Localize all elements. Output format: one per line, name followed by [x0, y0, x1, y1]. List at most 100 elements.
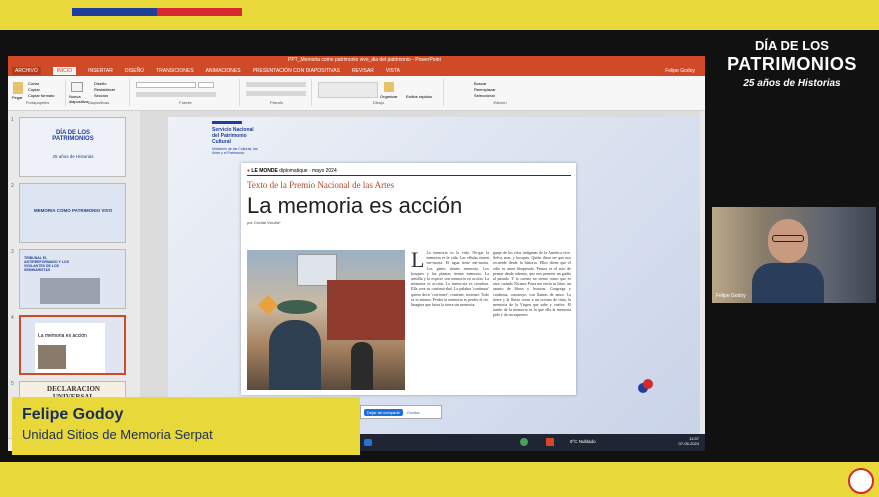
current-slide[interactable]: Servicio Nacional del Patrimonio Cultura… [168, 117, 705, 438]
font-name-field[interactable] [136, 82, 196, 88]
thumb-title: La memoria es acción [38, 333, 87, 339]
shapes-gallery[interactable] [318, 82, 378, 98]
tab-animaciones[interactable]: ANIMACIONES [206, 68, 241, 74]
serpat-logo-bar [212, 121, 242, 124]
user-name: Felipe Godoy [665, 67, 695, 74]
group-dibujo: Organizar Estilos rápidos Dibujo [314, 79, 444, 106]
group-diapositivas: Nueva diapositiva Diseño Restablecer Sec… [68, 79, 130, 106]
group-label: Fuente [179, 100, 192, 105]
format-painter-button[interactable]: Copiar formato [28, 93, 54, 98]
powerpoint-icon[interactable] [546, 438, 554, 446]
group-edicion: Buscar Reemplazar Seleccionar Edición [470, 79, 530, 106]
org-sub: Ministerio de las Culturas, las Artes y … [212, 147, 258, 155]
ribbon: Pegar Cortar Copiar Copiar formato Porta… [8, 76, 705, 111]
webcam-feed: Felipe Godoy [712, 207, 876, 303]
group-label: Diapositivas [87, 100, 110, 105]
tab-transiciones[interactable]: TRANSICIONES [156, 68, 194, 74]
find-button[interactable]: Buscar [474, 81, 486, 86]
section-button[interactable]: Sección [94, 93, 108, 98]
share-notification: Dejar de compartir Ocultar [360, 405, 442, 419]
byline: por Cecilia Vicuña* [247, 220, 281, 225]
tab-insertar[interactable]: INSERTAR [88, 68, 113, 74]
arrange-button[interactable]: Organizar [380, 94, 398, 99]
layout-button[interactable]: Diseño [94, 81, 106, 86]
masthead: ● LE MONDE diplomatique · mayo 2024 [247, 168, 337, 174]
font-format-buttons[interactable] [136, 92, 216, 97]
align-buttons[interactable] [246, 91, 306, 96]
article-col-2: gunje de los ritos indígenas de la Améri… [493, 250, 571, 318]
powerpoint-window: PPT_Memoria como patrimonio vivo_dia del… [8, 56, 705, 451]
thumb-number: 4 [11, 315, 14, 321]
thumb-photo [38, 345, 66, 369]
thumb-slide-3[interactable]: TRIBUNAL EL ANTIRREFORMADO Y LOS VIGILAN… [19, 249, 126, 309]
thumb-photo [40, 278, 100, 304]
window-title: PPT_Memoria como patrimonio vivo_dia del… [288, 57, 441, 63]
shirt [752, 263, 824, 303]
thumb-number: 1 [11, 117, 14, 123]
article-image: ● LE MONDE diplomatique · mayo 2024 Text… [241, 163, 576, 395]
group-portapapeles: Pegar Cortar Copiar Copiar formato Porta… [10, 79, 66, 106]
hide-button[interactable]: Ocultar [407, 410, 420, 415]
group-label: Portapapeles [25, 100, 50, 105]
group-label: Dibujo [372, 100, 385, 105]
group-label: Edición [493, 100, 507, 105]
photo-wall [327, 280, 405, 340]
thumb-number: 2 [11, 183, 14, 189]
bottom-yellow-bar [0, 462, 879, 497]
tab-vista[interactable]: VISTA [386, 68, 400, 74]
brand-line-2: PATRIMONIOS [727, 54, 857, 74]
tab-presentacion[interactable]: PRESENTACIÓN CON DIAPOSITIVAS [253, 68, 340, 74]
photo-person [269, 320, 321, 390]
tab-archivo[interactable]: ARCHIVO [12, 66, 41, 75]
article-col-1: L La memoria es la vida. Ne-gar la memor… [411, 250, 489, 308]
headline: La memoria es acción [247, 193, 463, 218]
flag-stripe [72, 8, 242, 16]
clock: 11:57 07-05-2024 [679, 436, 699, 446]
top-yellow-bar [0, 0, 879, 30]
thumb-slide-4[interactable]: La memoria es acción [19, 315, 126, 375]
speaker-name: Felipe Godoy [22, 406, 124, 423]
serpat-logo: Servicio Nacional del Patrimonio Cultura… [212, 127, 262, 155]
new-slide-icon[interactable] [71, 82, 83, 92]
brand-line-3: 25 años de Historias [743, 78, 841, 89]
cut-button[interactable]: Cortar [28, 81, 39, 86]
photo-glasses [277, 300, 317, 314]
tab-inicio[interactable]: INICIO [52, 66, 77, 75]
thumb-title: MEMORIA COMO PATRIMONIO VIVO [33, 208, 113, 213]
thumb-title: DÍA DE LOS PATRIMONIOS [52, 130, 94, 142]
tab-diseno[interactable]: DISEÑO [125, 68, 144, 74]
copy-button[interactable]: Copiar [28, 87, 40, 92]
thumb-number: 5 [11, 381, 14, 387]
kicker: Texto de la Premio Nacional de las Artes [247, 180, 395, 190]
photo-person-2 [351, 342, 373, 390]
group-parrafo: Párrafo [242, 79, 312, 106]
slide-thumbnails-panel: 1 DÍA DE LOS PATRIMONIOS 25 años de Hist… [8, 111, 140, 438]
thumb-article: La memoria es acción [35, 323, 105, 373]
masthead-brand: LE MONDE [251, 168, 278, 174]
group-label: Párrafo [269, 100, 284, 105]
font-size-field[interactable] [198, 82, 214, 88]
thumb-title: TRIBUNAL EL ANTIRREFORMADO Y LOS VIGILAN… [24, 256, 69, 272]
thumb-slide-1[interactable]: DÍA DE LOS PATRIMONIOS 25 años de Histor… [19, 117, 126, 177]
paste-icon[interactable] [13, 82, 23, 94]
date: 07-05-2024 [678, 441, 699, 446]
list-buttons[interactable] [246, 82, 306, 87]
thumb-sub: 25 años de Historias [52, 154, 94, 159]
reset-button[interactable]: Restablecer [94, 87, 115, 92]
group-fuente: Fuente [132, 79, 240, 106]
tab-revisar[interactable]: REVISAR [352, 68, 374, 74]
arrange-icon[interactable] [384, 82, 394, 92]
teams-icon[interactable] [364, 439, 372, 446]
thumb-number: 3 [11, 249, 14, 255]
thumb-slide-2[interactable]: MEMORIA COMO PATRIMONIO VIVO [19, 183, 126, 243]
stop-sharing-button[interactable]: Dejar de compartir [364, 408, 403, 416]
replace-button[interactable]: Reemplazar [474, 87, 496, 92]
seal-logo [848, 468, 874, 494]
lower-third: Felipe Godoy Unidad Sitios de Memoria Se… [12, 397, 360, 455]
photo-butterfly [258, 295, 278, 315]
select-button[interactable]: Seleccionar [474, 93, 495, 98]
quick-styles-button[interactable]: Estilos rápidos [406, 94, 432, 99]
serpat-bird-logo [638, 379, 654, 393]
speaker-role: Unidad Sitios de Memoria Serpat [22, 427, 213, 442]
chrome-icon[interactable] [520, 438, 528, 446]
